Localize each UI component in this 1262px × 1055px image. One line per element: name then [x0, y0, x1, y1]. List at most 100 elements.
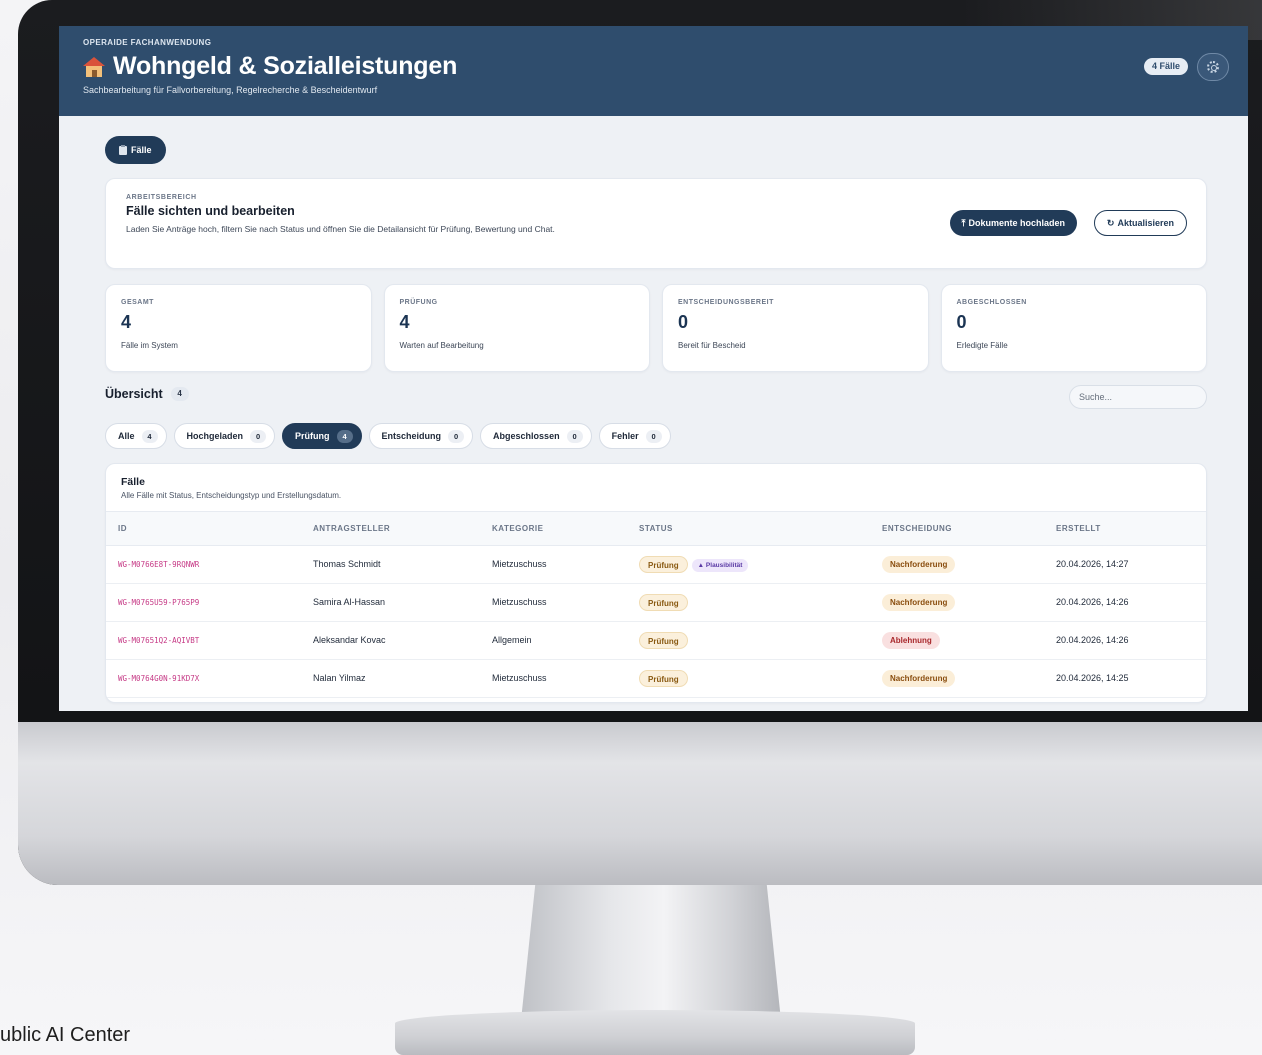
created-date: 20.04.2026, 14:26	[1044, 583, 1206, 622]
house-icon	[83, 56, 105, 77]
category: Mietzuschuss	[480, 583, 627, 622]
stat-label: ENTSCHEIDUNGSBEREIT	[678, 299, 774, 306]
filter-count: 4	[336, 429, 353, 443]
app-header: OPERAIDE FACHANWENDUNG Wohngeld & Sozial…	[59, 26, 1248, 116]
decision-badge: Nachforderung	[882, 669, 956, 687]
stat-value: 0	[678, 312, 689, 332]
table-title: Fälle	[121, 476, 145, 488]
filter-label: Abgeschlossen	[493, 431, 560, 441]
category: Allgemein	[480, 621, 627, 660]
upload-documents-label: Dokumente hochladen	[968, 218, 1065, 228]
table-header: Fälle Alle Fälle mit Status, Entscheidun…	[106, 464, 1206, 512]
workspace-eyebrow: ARBEITSBEREICH	[126, 194, 197, 201]
table-row[interactable]: WG-M0766E8T-9RQNWR Thomas Schmidt Mietzu…	[106, 545, 1206, 584]
stat-subtext: Erledigte Fälle	[956, 341, 1008, 350]
status-filters: Alle 4 Hochgeladen 0 Prüfung 4 Entscheid…	[105, 423, 1207, 449]
app-title: Wohngeld & Sozialleistungen	[113, 52, 458, 80]
decision-cell: Nachforderung	[870, 583, 1044, 622]
status-cell: Prüfung	[627, 621, 870, 660]
app-eyebrow: OPERAIDE FACHANWENDUNG	[83, 38, 212, 47]
overview-count-badge: 4	[170, 387, 189, 401]
stat-label: ABGESCHLOSSEN	[956, 299, 1027, 306]
stat-card-total: GESAMT 4 Fälle im System	[105, 284, 372, 372]
search-input[interactable]	[1069, 385, 1207, 409]
table-header-row: ID ANTRAGSTELLER KATEGORIE STATUS ENTSCH…	[106, 512, 1206, 546]
status-cell: Prüfung ▲ Plausibilität	[627, 545, 870, 584]
stat-label: PRÜFUNG	[399, 299, 438, 306]
decision-badge: Ablehnung	[882, 631, 940, 649]
applicant-name: Nalan Yilmaz	[301, 659, 480, 698]
case-id[interactable]: WG-M0765U59-P765P9	[106, 583, 301, 622]
decision-badge: Nachforderung	[882, 555, 956, 573]
category: Mietzuschuss	[480, 545, 627, 584]
stat-card-completed: ABGESCHLOSSEN 0 Erledigte Fälle	[940, 284, 1207, 372]
upload-documents-button[interactable]: ⤒ Dokumente hochladen	[949, 210, 1077, 236]
filter-count: 4	[141, 429, 158, 443]
decision-badge: Nachforderung	[882, 593, 956, 611]
applicant-name: Aleksandar Kovac	[301, 621, 480, 660]
column-header-decision[interactable]: ENTSCHEIDUNG	[870, 512, 1044, 546]
case-id[interactable]: WG-M0766E8T-9RQNWR	[106, 545, 301, 584]
gear-icon	[1207, 61, 1219, 73]
case-id[interactable]: WG-M07651Q2-AQIVBT	[106, 621, 301, 660]
status-badge: Prüfung	[639, 555, 688, 573]
column-header-created[interactable]: ERSTELLT	[1044, 512, 1206, 546]
filter-label: Entscheidung	[381, 431, 442, 441]
stat-card-review: PRÜFUNG 4 Warten auf Bearbeitung	[383, 284, 650, 372]
filter-uploaded[interactable]: Hochgeladen 0	[173, 423, 276, 449]
main-content: Fälle ARBEITSBEREICH Fälle sichten und b…	[59, 116, 1248, 703]
column-header-applicant[interactable]: ANTRAGSTELLER	[301, 512, 480, 546]
stat-card-decision-ready: ENTSCHEIDUNGSBEREIT 0 Bereit für Beschei…	[662, 284, 929, 372]
filter-decision[interactable]: Entscheidung 0	[368, 423, 474, 449]
cases-table-card: Fälle Alle Fälle mit Status, Entscheidun…	[105, 463, 1207, 703]
app-title-row: Wohngeld & Sozialleistungen	[83, 52, 1224, 81]
decision-cell: Nachforderung	[870, 545, 1044, 584]
filter-completed[interactable]: Abgeschlossen 0	[480, 423, 592, 449]
app-screen: OPERAIDE FACHANWENDUNG Wohngeld & Sozial…	[59, 26, 1248, 711]
filter-count: 0	[250, 429, 267, 443]
tab-cases-label: Fälle	[131, 145, 152, 155]
stat-label: GESAMT	[121, 299, 154, 306]
refresh-button[interactable]: ↻ Aktualisieren	[1093, 210, 1187, 236]
category: Mietzuschuss	[480, 659, 627, 698]
case-id[interactable]: WG-M0764G0N-91KD7X	[106, 659, 301, 698]
settings-button[interactable]	[1197, 53, 1229, 81]
filter-count: 0	[645, 429, 662, 443]
clipboard-icon	[119, 144, 127, 155]
monitor-stand-neck	[520, 880, 782, 1030]
table-row[interactable]: WG-M0764G0N-91KD7X Nalan Yilmaz Mietzusc…	[106, 659, 1206, 698]
cases-table: ID ANTRAGSTELLER KATEGORIE STATUS ENTSCH…	[106, 512, 1206, 698]
table-row[interactable]: WG-M0765U59-P765P9 Samira Al-Hassan Miet…	[106, 583, 1206, 622]
filter-label: Fehler	[611, 431, 639, 441]
filter-all[interactable]: Alle 4	[105, 423, 167, 449]
column-header-id[interactable]: ID	[106, 512, 301, 546]
column-header-status[interactable]: STATUS	[627, 512, 870, 546]
status-cell: Prüfung	[627, 659, 870, 698]
applicant-name: Samira Al-Hassan	[301, 583, 480, 622]
footer-caption: ublic AI Center	[0, 1024, 131, 1046]
created-date: 20.04.2026, 14:26	[1044, 621, 1206, 660]
created-date: 20.04.2026, 14:25	[1044, 659, 1206, 698]
filter-error[interactable]: Fehler 0	[598, 423, 671, 449]
filter-review[interactable]: Prüfung 4	[282, 423, 362, 449]
plausibility-label: Plausibilität	[705, 561, 743, 569]
column-header-category[interactable]: KATEGORIE	[480, 512, 627, 546]
stat-subtext: Warten auf Bearbeitung	[399, 341, 484, 350]
applicant-name: Thomas Schmidt	[301, 545, 480, 584]
plausibility-warning-badge: ▲ Plausibilität	[691, 558, 749, 572]
overview-header: Übersicht 4	[105, 385, 1207, 411]
decision-cell: Nachforderung	[870, 659, 1044, 698]
status-cell: Prüfung	[627, 583, 870, 622]
stats-row: GESAMT 4 Fälle im System PRÜFUNG 4 Warte…	[105, 284, 1207, 372]
stat-value: 4	[121, 312, 132, 332]
stat-subtext: Bereit für Bescheid	[678, 341, 746, 350]
decision-cell: Ablehnung	[870, 621, 1044, 660]
created-date: 20.04.2026, 14:27	[1044, 545, 1206, 584]
table-row[interactable]: WG-M07651Q2-AQIVBT Aleksandar Kovac Allg…	[106, 621, 1206, 660]
workspace-card: ARBEITSBEREICH Fälle sichten und bearbei…	[105, 178, 1207, 269]
stat-value: 4	[399, 312, 410, 332]
filter-label: Hochgeladen	[186, 431, 244, 441]
monitor-stand-base	[395, 1010, 915, 1055]
tab-cases[interactable]: Fälle	[105, 136, 166, 164]
filter-count: 0	[448, 429, 465, 443]
